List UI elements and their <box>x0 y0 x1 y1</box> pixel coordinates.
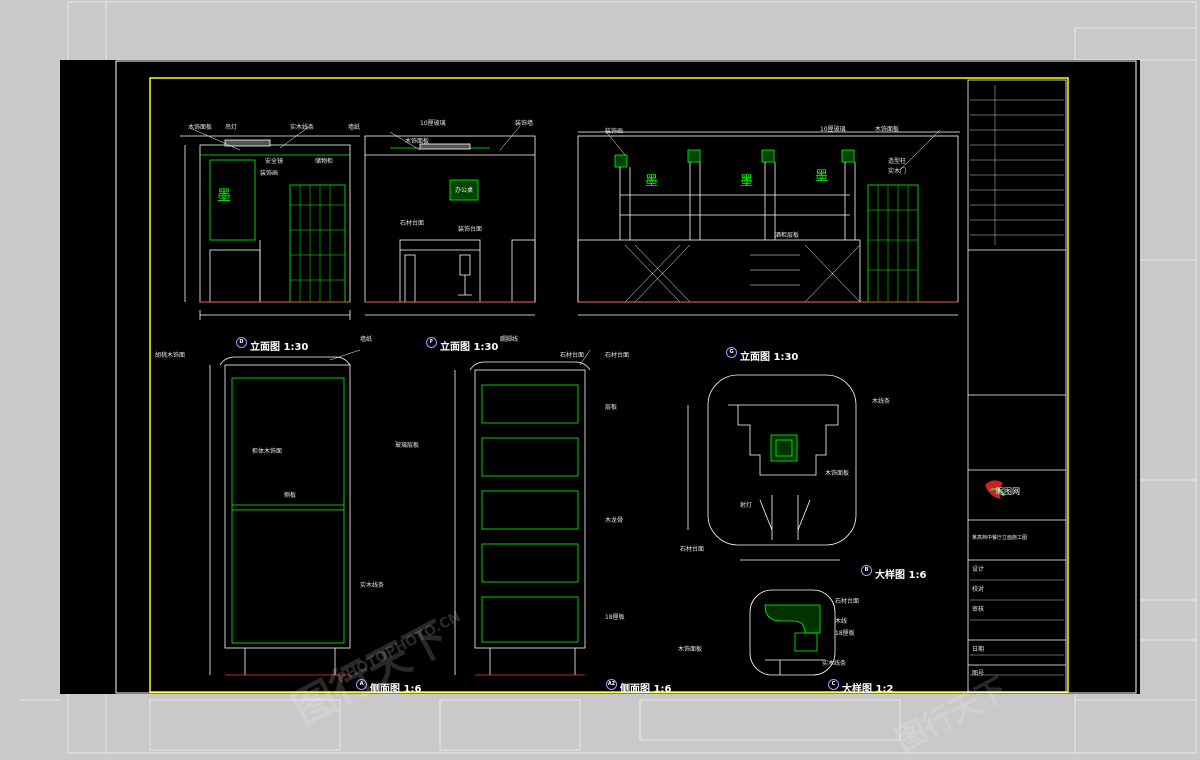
section-view-a <box>209 356 351 676</box>
view-title-c: C 大样图 1:2 <box>828 679 894 695</box>
note: 18厘板 <box>835 630 855 637</box>
note: 石材台面 <box>680 546 705 553</box>
view-title-g: G 立面图 1:30 <box>726 347 799 363</box>
view-title-d-text: 立面图 1:30 <box>250 342 309 353</box>
note: 装饰墙 <box>515 120 534 127</box>
view-title-b: B 大样图 1:6 <box>861 565 927 581</box>
note: 墙纸 <box>348 124 361 131</box>
note: 18厘板 <box>605 614 625 621</box>
cad-drawing: 墨 墨 墨 墨 D 立面图 1:30 F 立面图 1:30 G 立面图 1:30… <box>60 60 1140 695</box>
svg-text:墨: 墨 <box>645 174 658 189</box>
note: 10厘玻璃 <box>820 126 846 133</box>
view-marker-f: F <box>426 337 437 348</box>
note: 木线 <box>835 618 848 625</box>
note: 墙纸 <box>360 336 373 343</box>
view-title-c-text: 大样图 1:2 <box>842 684 894 695</box>
note: 侧板 <box>284 492 297 499</box>
view-marker-g: G <box>726 347 737 358</box>
view-title-f-text: 立面图 1:30 <box>440 342 499 353</box>
note: 胡桃木饰面 <box>155 352 186 359</box>
view-marker-d: D <box>236 337 247 348</box>
title-block-row: 审核 <box>972 606 985 613</box>
elevation-view-f <box>364 135 536 316</box>
note: 踢脚线 <box>500 336 519 343</box>
title-block-row: 日期 <box>972 646 985 653</box>
note: 吊灯 <box>225 124 238 131</box>
title-block-row: 校对 <box>972 586 985 593</box>
note: 办公桌 <box>455 187 474 194</box>
view-marker-b: B <box>861 565 872 576</box>
view-marker-c: C <box>828 679 839 690</box>
note: 实木门 <box>888 168 907 175</box>
note: 木饰面板 <box>678 646 703 653</box>
note: 装饰画 <box>260 170 279 177</box>
svg-text:墨: 墨 <box>815 169 828 184</box>
note: 木饰面板 <box>188 124 213 131</box>
drawing-canvas: 墨 墨 墨 墨 <box>115 60 1137 694</box>
note: 层板 <box>605 404 618 411</box>
note: 安全镜 <box>265 158 284 165</box>
note: 玻璃层板 <box>395 442 420 449</box>
note: 射灯 <box>740 502 753 509</box>
note: 柜体木饰面 <box>252 448 283 455</box>
note: 造型柱 <box>888 158 907 165</box>
section-view-a2 <box>454 361 591 676</box>
title-block-logo-text: 昵图网 <box>996 487 1020 496</box>
note: 实木线条 <box>290 124 315 131</box>
view-title-b-text: 大样图 1:6 <box>875 570 927 581</box>
title-block <box>967 79 1067 693</box>
note: 石材台面 <box>835 598 860 605</box>
view-title-a2: A2 侧面图 1:6 <box>606 679 672 695</box>
view-title-d: D 立面图 1:30 <box>236 337 309 353</box>
note: 木饰面板 <box>825 470 850 477</box>
view-title-a2-text: 侧面图 1:6 <box>620 684 672 695</box>
note: 储物柜 <box>315 158 334 165</box>
title-block-row: 设计 <box>972 566 985 573</box>
note: 装饰画 <box>605 128 624 135</box>
note: 木线条 <box>872 398 891 405</box>
note: 木龙骨 <box>605 517 624 524</box>
note: 装饰台面 <box>458 226 483 233</box>
note: 10厘玻璃 <box>420 120 446 127</box>
note: 实木线条 <box>360 582 385 589</box>
note: 石材台面 <box>560 352 585 359</box>
svg-text:墨: 墨 <box>740 174 753 189</box>
note: 石材台面 <box>400 220 425 227</box>
title-block-project: 某高档中餐厅立面施工图 <box>972 535 1028 541</box>
svg-text:墨: 墨 <box>217 188 231 204</box>
drawing-frame <box>149 77 1069 693</box>
note: 实木线条 <box>822 660 847 667</box>
note: 木饰面板 <box>405 138 430 145</box>
note: 石材台面 <box>605 352 630 359</box>
note: 木饰面板 <box>875 126 900 133</box>
view-title-g-text: 立面图 1:30 <box>740 352 799 363</box>
view-marker-a2: A2 <box>606 679 617 690</box>
view-title-f: F 立面图 1:30 <box>426 337 499 353</box>
note: 酒柜层板 <box>775 232 800 239</box>
